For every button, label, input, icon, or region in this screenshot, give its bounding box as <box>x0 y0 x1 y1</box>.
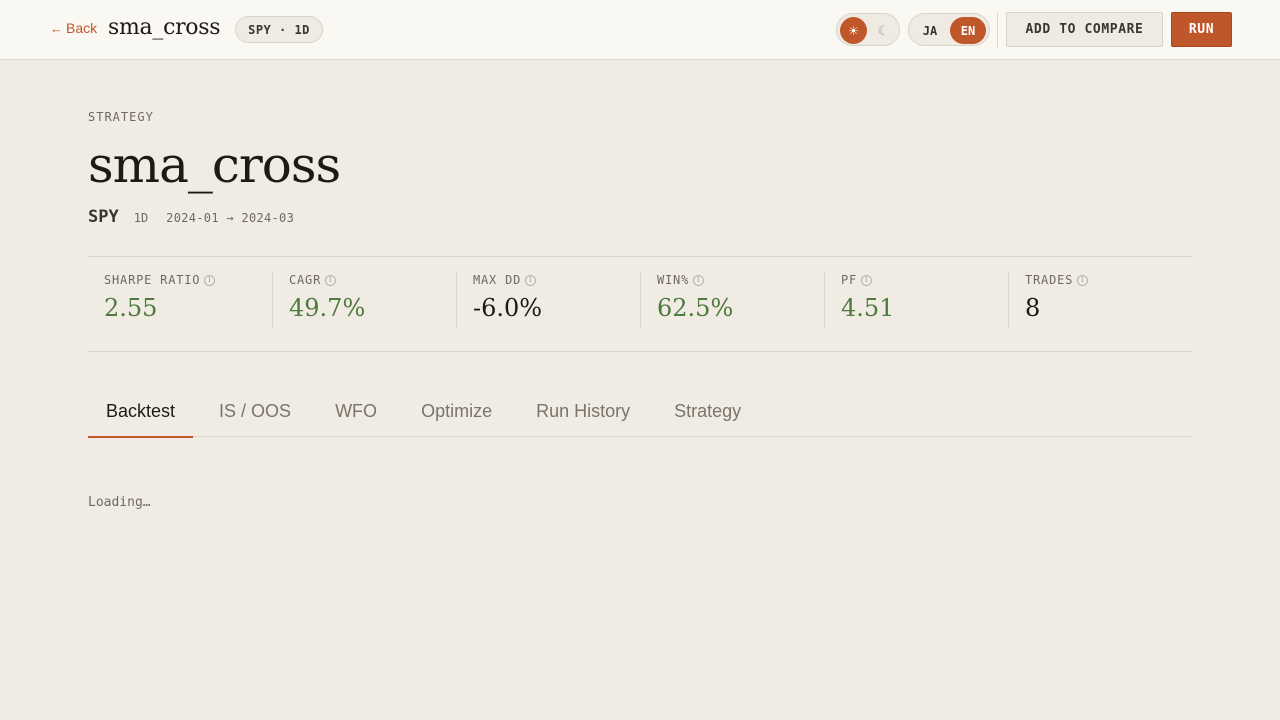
back-link[interactable]: ← Back <box>50 20 97 36</box>
tab-backtest[interactable]: Backtest <box>88 385 194 438</box>
back-label: Back <box>66 20 98 36</box>
info-icon[interactable]: i <box>204 274 216 286</box>
metrics-strip: SHARPE RATIO i 2.55 CAGR i 49.7% MAX DD … <box>88 256 1192 352</box>
metric-max-dd: MAX DD i -6.0% <box>456 273 640 327</box>
run-button[interactable]: RUN <box>1171 12 1232 47</box>
metric-label: SHARPE RATIO <box>104 273 201 287</box>
toolbar-divider <box>997 12 998 48</box>
tab-is-oos[interactable]: IS / OOS <box>201 385 309 437</box>
metric-label: TRADES <box>1025 273 1074 287</box>
metric-sharpe: SHARPE RATIO i 2.55 <box>88 273 272 327</box>
metric-cagr: CAGR i 49.7% <box>272 273 456 327</box>
tab-bar: Backtest IS / OOS WFO Optimize Run Histo… <box>88 385 1192 438</box>
metric-trades: TRADES i 8 <box>1008 273 1192 327</box>
info-icon[interactable]: i <box>693 274 705 286</box>
info-icon[interactable]: i <box>861 274 873 286</box>
metric-value: 4.51 <box>841 294 895 322</box>
metric-label: WIN% <box>657 273 690 287</box>
arrow-left-icon: ← <box>50 20 63 36</box>
loading-text: Loading… <box>88 495 151 510</box>
symbol-badge: SPY · 1D <box>235 16 323 43</box>
page-title: sma_cross <box>88 136 341 194</box>
metric-value: -6.0% <box>473 294 543 322</box>
tab-strategy[interactable]: Strategy <box>656 385 759 437</box>
section-eyebrow: STRATEGY <box>88 110 154 124</box>
metric-label: MAX DD <box>473 273 522 287</box>
metric-value: 62.5% <box>657 294 734 322</box>
info-icon[interactable]: i <box>525 274 537 286</box>
metric-label: CAGR <box>289 273 322 287</box>
add-to-compare-button[interactable]: ADD TO COMPARE <box>1006 12 1163 47</box>
meta-timeframe: 1D <box>133 211 149 225</box>
info-icon[interactable]: i <box>325 274 337 286</box>
top-bar: ← Back sma_cross SPY · 1D ☀ ☾ JA EN ADD … <box>0 0 1280 60</box>
tab-optimize[interactable]: Optimize <box>403 385 510 437</box>
meta-date-range: 2024-01 → 2024-03 <box>166 211 295 225</box>
metric-profit-factor: PF i 4.51 <box>824 273 1008 327</box>
lang-ja-button[interactable]: JA <box>912 17 948 44</box>
metric-value: 49.7% <box>289 294 366 322</box>
language-toggle: JA EN <box>908 13 990 46</box>
metric-value: 8 <box>1025 294 1041 322</box>
tab-run-history[interactable]: Run History <box>518 385 648 437</box>
metric-win-rate: WIN% i 62.5% <box>640 273 824 327</box>
meta-symbol: SPY <box>88 207 119 227</box>
metric-label: PF <box>841 273 858 287</box>
tab-wfo[interactable]: WFO <box>317 385 395 437</box>
moon-icon[interactable]: ☾ <box>870 17 897 44</box>
sun-icon[interactable]: ☀ <box>840 17 867 44</box>
info-icon[interactable]: i <box>1077 274 1089 286</box>
lang-en-button[interactable]: EN <box>950 17 986 44</box>
theme-toggle: ☀ ☾ <box>836 13 900 46</box>
metric-value: 2.55 <box>104 294 158 322</box>
strategy-meta: SPY 1D 2024-01 → 2024-03 <box>88 207 294 227</box>
top-title: sma_cross <box>108 15 221 40</box>
